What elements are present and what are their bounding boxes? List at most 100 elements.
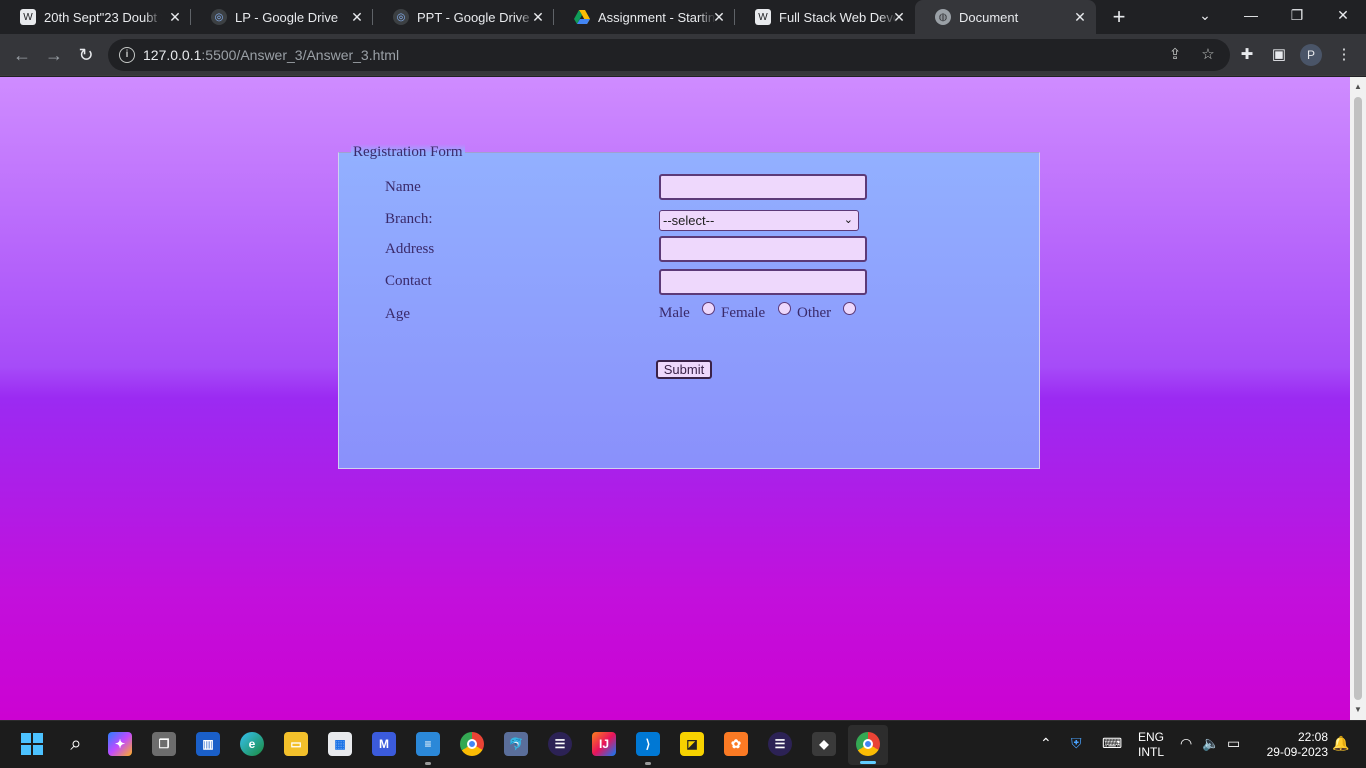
drive-shared-icon: ◎ (211, 9, 227, 25)
address-input[interactable] (659, 236, 867, 262)
restore-icon: ❐ (1290, 7, 1304, 23)
browser-toolbar: ← → ↻ i 127.0.0.1:5500/Answer_3/Answer_3… (0, 34, 1366, 76)
close-icon[interactable]: ✕ (530, 9, 546, 25)
radio-other[interactable] (843, 302, 856, 315)
tab-title: Full Stack Web Devel (779, 9, 897, 25)
address-label: Address (385, 241, 435, 257)
minimize-button[interactable]: — (1228, 0, 1274, 30)
language-code: ENG (1137, 730, 1164, 744)
wordpress-icon: W (20, 9, 36, 25)
battery-icon[interactable]: ▭ (1227, 735, 1240, 752)
new-tab-button[interactable]: + (1105, 4, 1133, 32)
mysql-dolphin-icon[interactable]: 🐬 (504, 732, 528, 756)
back-button[interactable]: ← (8, 41, 36, 69)
radio-female[interactable] (778, 302, 791, 315)
tab-assignment[interactable]: Assignment - Starting ✕ (554, 0, 735, 34)
language-indicator[interactable]: ENG INTL (1134, 730, 1168, 760)
keyboard-layout: INTL (1137, 745, 1164, 759)
sticky-notes-icon[interactable]: ◪ (680, 732, 704, 756)
forward-button[interactable]: → (40, 41, 68, 69)
radio-male[interactable] (702, 302, 715, 315)
arrow-left-icon: ← (13, 45, 31, 65)
form-legend: Registration Form (351, 144, 465, 161)
tab-lp-drive[interactable]: ◎ LP - Google Drive ✕ (191, 0, 373, 34)
name-input[interactable] (659, 174, 867, 200)
submit-button[interactable]: Submit (656, 360, 712, 379)
close-icon[interactable]: ✕ (167, 9, 183, 25)
volume-icon[interactable]: 🔈 (1202, 735, 1219, 752)
task-view-icon[interactable]: ❐ (152, 732, 176, 756)
scroll-up-icon[interactable]: ▲ (1350, 79, 1366, 95)
scroll-down-icon[interactable]: ▼ (1350, 702, 1366, 718)
windows-taskbar: ⌕ ✦ ❐ ▥ e ▭ ▦ M ≡ 🐬 ☰ IJ ⟩ ◪ ✿ ☰ ◆ ⌃ ⛨ ⌨… (0, 720, 1366, 768)
close-icon[interactable]: ✕ (1072, 9, 1088, 25)
mongodb-compass-icon[interactable]: M (372, 732, 396, 756)
wifi-icon[interactable]: ◠ (1180, 735, 1192, 752)
drive-shared-icon: ◎ (393, 9, 409, 25)
branch-label: Branch: (385, 211, 433, 227)
windows-start-icon[interactable] (20, 732, 44, 756)
widgets-icon[interactable]: ▥ (196, 732, 220, 756)
close-icon[interactable]: ✕ (891, 9, 907, 25)
vscode-icon[interactable]: ⟩ (636, 732, 660, 765)
keyboard-icon[interactable]: ⌨ (1102, 735, 1122, 752)
tab-ppt-drive[interactable]: ◎ PPT - Google Drive ✕ (373, 0, 554, 34)
tab-title: Document (959, 9, 1019, 25)
tab-search-button[interactable]: ⌄ (1182, 0, 1228, 30)
notepad-icon[interactable]: ≡ (416, 732, 440, 765)
chrome-icon[interactable] (460, 732, 484, 756)
extensions-icon[interactable]: ✚ (1237, 45, 1257, 65)
git-icon[interactable]: ◆ (812, 732, 836, 756)
profile-avatar[interactable]: P (1300, 44, 1322, 66)
tab-title: Assignment - Starting (598, 9, 716, 25)
scrollbar-thumb[interactable] (1354, 97, 1362, 700)
file-explorer-icon[interactable]: ▭ (284, 732, 308, 756)
reload-button[interactable]: ↻ (72, 41, 100, 69)
globe-icon: ◍ (935, 9, 951, 25)
registration-fieldset: Registration Form Name Branch: --select-… (338, 144, 1040, 469)
contact-input[interactable] (659, 269, 867, 295)
address-bar[interactable]: i 127.0.0.1:5500/Answer_3/Answer_3.html … (108, 39, 1230, 71)
clock-date: 29-09-2023 (1266, 745, 1328, 759)
chevron-down-icon: ⌄ (1199, 7, 1211, 23)
copilot-pre-icon[interactable]: ✦ (108, 732, 132, 756)
close-icon[interactable]: ✕ (349, 9, 365, 25)
menu-kebab-icon[interactable]: ⋮ (1334, 45, 1354, 65)
branch-select[interactable]: --select-- ⌄ (659, 210, 859, 231)
xampp-icon[interactable]: ✿ (724, 732, 748, 756)
close-icon[interactable]: ✕ (711, 9, 727, 25)
clock[interactable]: 22:08 29-09-2023 (1256, 730, 1328, 760)
microsoft-store-icon[interactable]: ▦ (328, 732, 352, 756)
security-warning-icon[interactable]: ⛨ (1071, 735, 1082, 752)
chevron-down-icon: ⌄ (843, 214, 853, 226)
url-path: :5500/Answer_3/Answer_3.html (201, 47, 400, 63)
plus-icon: + (1112, 4, 1126, 29)
eclipse-icon[interactable]: ☰ (548, 732, 572, 756)
url-host: 127.0.0.1 (143, 47, 202, 63)
tab-title: PPT - Google Drive (417, 9, 530, 25)
intellij-icon[interactable]: IJ (592, 732, 616, 756)
page-scrollbar[interactable]: ▲ ▼ (1350, 77, 1366, 720)
site-info-icon[interactable]: i (119, 47, 135, 63)
side-panel-icon[interactable]: ▣ (1269, 45, 1289, 65)
tab-title: 20th Sept"23 Doubt S (44, 9, 162, 25)
share-icon[interactable]: ⇪ (1166, 46, 1184, 64)
bookmark-star-icon[interactable]: ☆ (1199, 46, 1217, 64)
arrow-right-icon: → (45, 45, 63, 65)
restore-button[interactable]: ❐ (1274, 0, 1320, 30)
google-drive-icon (574, 9, 590, 25)
reload-icon: ↻ (78, 45, 94, 65)
close-window-button[interactable]: ✕ (1320, 0, 1366, 30)
notifications-icon[interactable]: 🔔 (1332, 735, 1349, 752)
chrome-profile-icon[interactable] (856, 732, 880, 756)
tab-full-stack[interactable]: W Full Stack Web Devel ✕ (735, 0, 915, 34)
page-viewport: Registration Form Name Branch: --select-… (0, 77, 1350, 720)
tab-doubt-session[interactable]: W 20th Sept"23 Doubt S ✕ (0, 0, 191, 34)
show-hidden-icons-chevron-icon[interactable]: ⌃ (1040, 735, 1052, 752)
tab-document[interactable]: ◍ Document ✕ (915, 0, 1096, 34)
eclipse-ee-icon[interactable]: ☰ (768, 732, 792, 756)
edge-icon[interactable]: e (240, 732, 264, 756)
search-icon[interactable]: ⌕ (64, 732, 88, 756)
branch-selected-value: --select-- (663, 213, 715, 228)
name-label: Name (385, 179, 421, 195)
